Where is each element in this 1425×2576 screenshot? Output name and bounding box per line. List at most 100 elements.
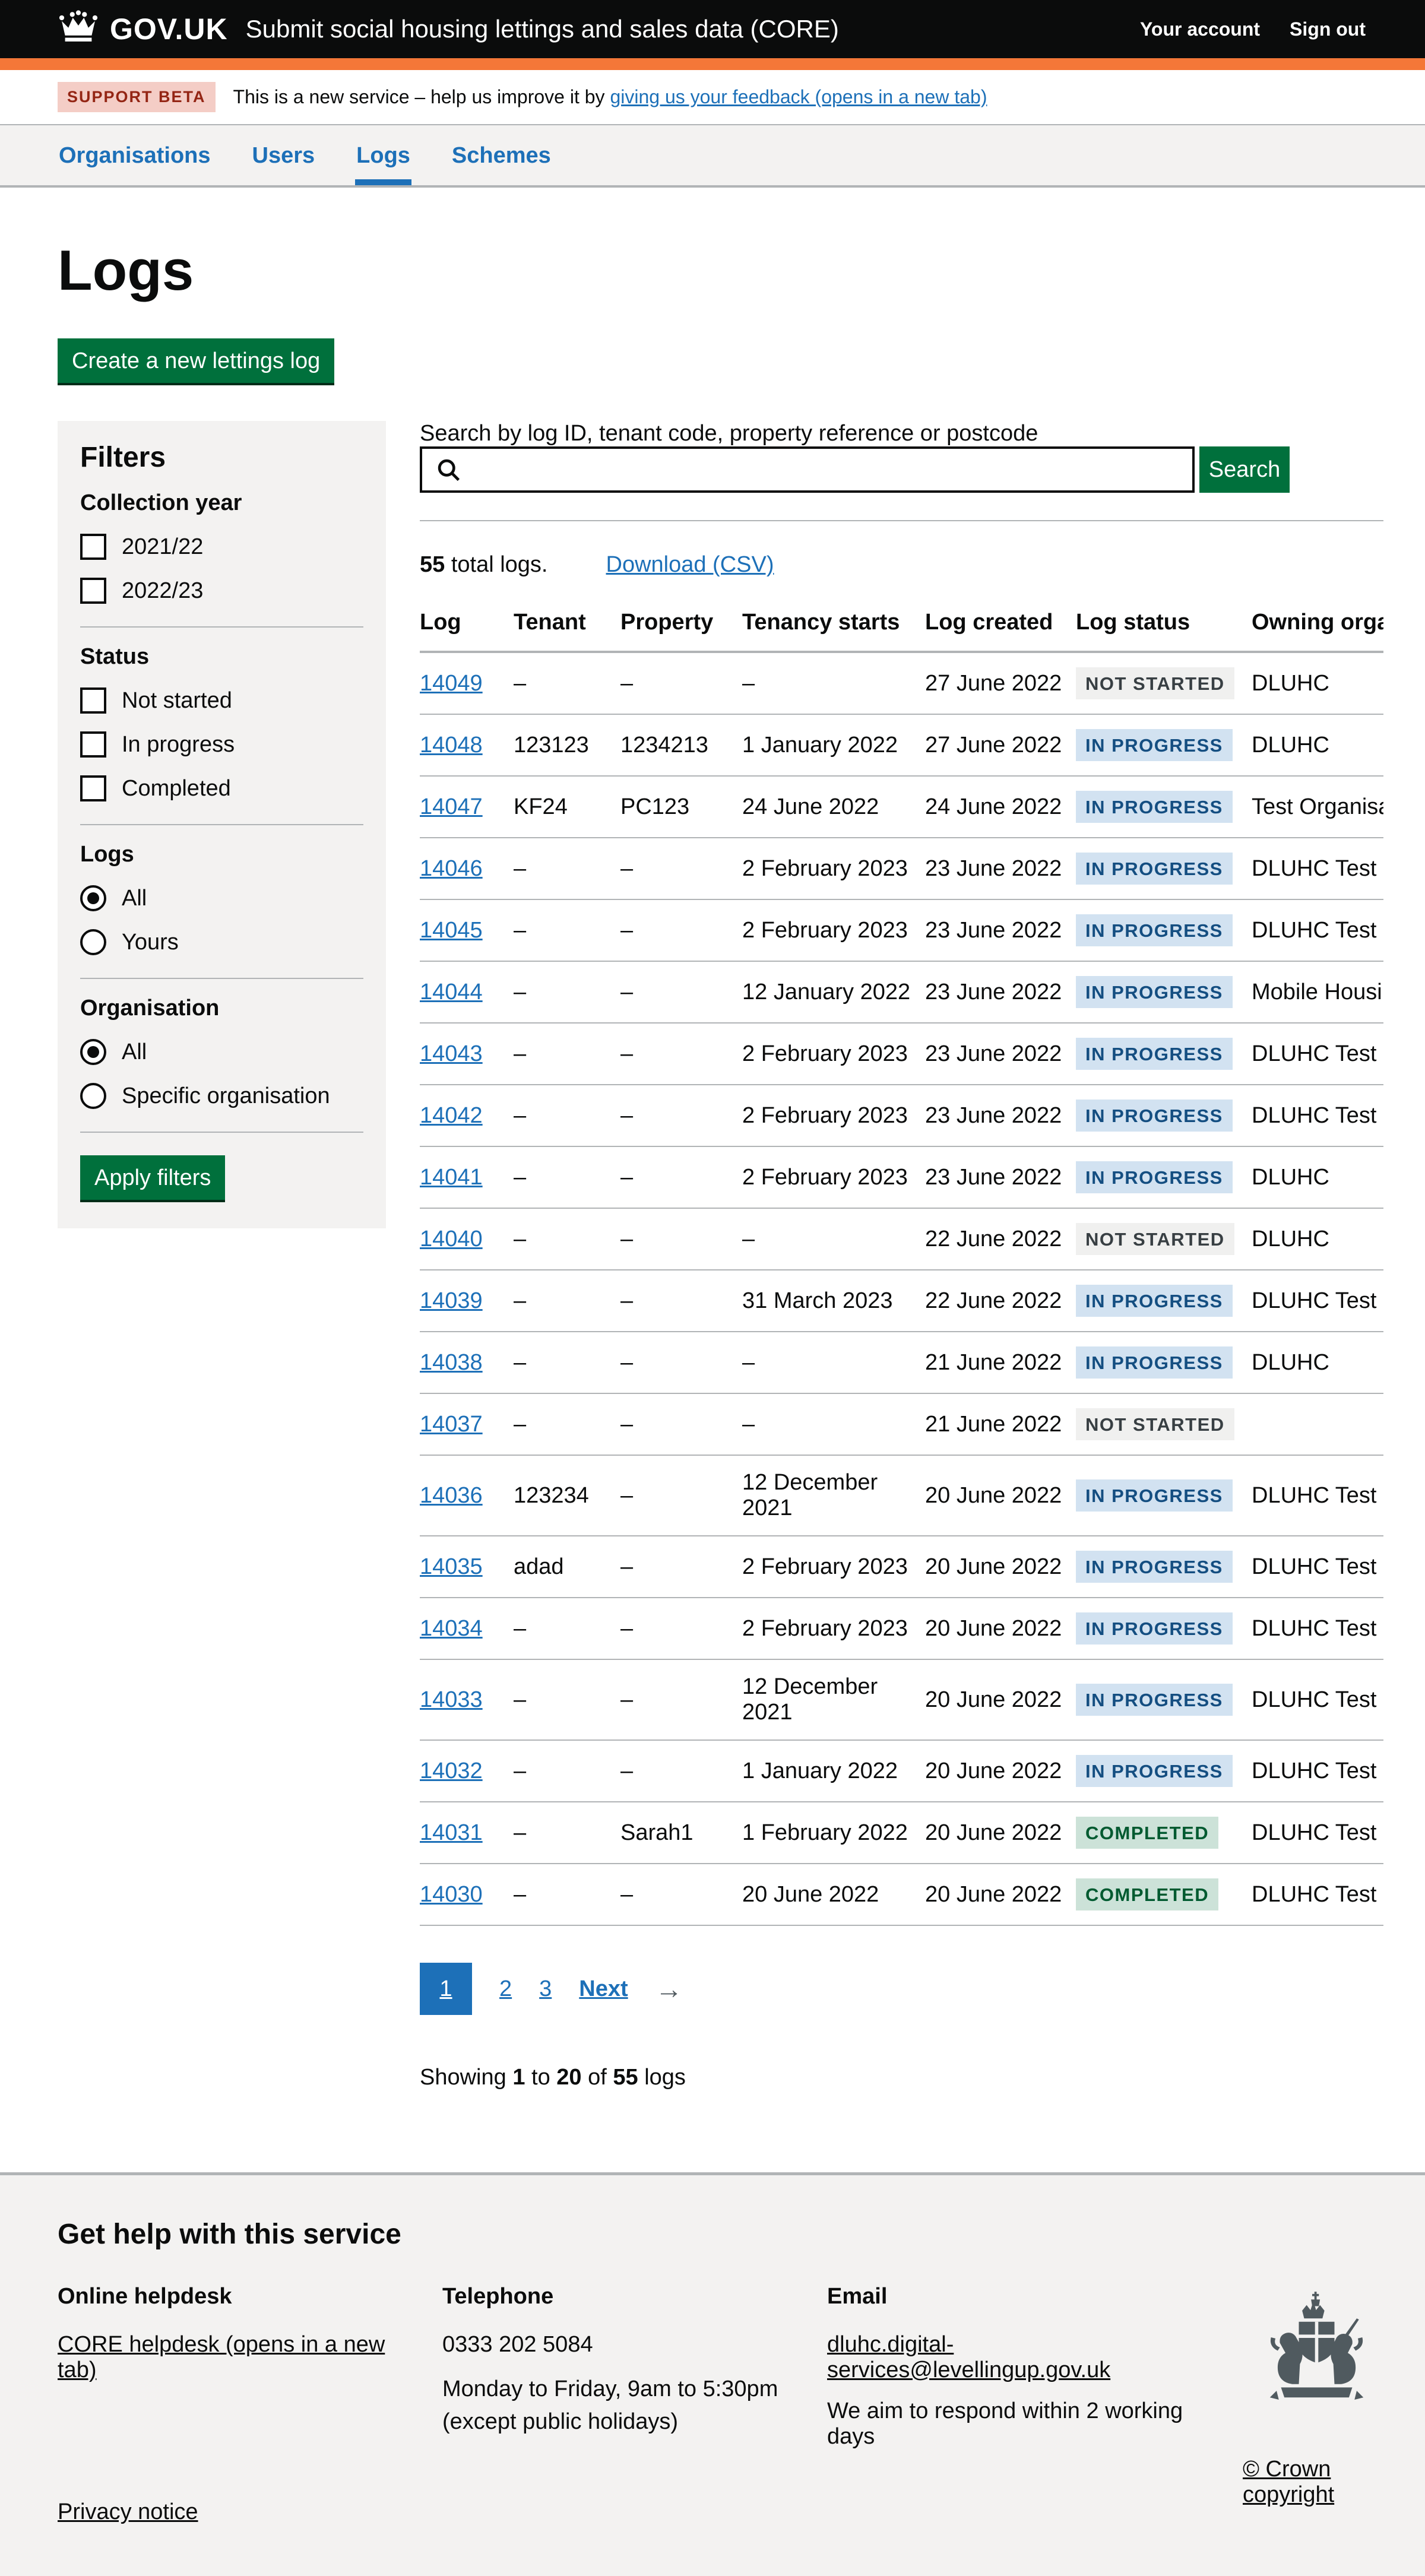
sign-out-link[interactable]: Sign out	[1290, 18, 1366, 40]
log-id-link[interactable]: 14046	[420, 856, 483, 881]
owning-org-cell: DLUHC	[1252, 714, 1383, 776]
showing-results-text: Showing 1 to 20 of 55 logs	[420, 2065, 1383, 2090]
core-helpdesk-link[interactable]: CORE helpdesk (opens in a new tab)	[58, 2332, 385, 2382]
owning-org-cell: DLUHC	[1252, 652, 1383, 714]
tenancy-starts-cell: 12 December 2021	[742, 1455, 925, 1536]
status-badge: IN PROGRESS	[1076, 853, 1233, 885]
checkbox-option-in-progress[interactable]: In progress	[80, 731, 363, 758]
showing-of-word: of	[582, 2065, 613, 2090]
col-header-property: Property	[620, 603, 742, 652]
footer: Get help with this service Online helpde…	[0, 2172, 1425, 2576]
property-cell: –	[620, 1208, 742, 1270]
radio-option-all[interactable]: All	[80, 1039, 363, 1065]
owning-org-cell: DLUHC	[1252, 1208, 1383, 1270]
checkbox-control[interactable]	[80, 534, 106, 560]
radio-option-specific-organisation[interactable]: Specific organisation	[80, 1083, 363, 1109]
service-name-link[interactable]: Submit social housing lettings and sales…	[246, 15, 839, 43]
log-created-cell: 24 June 2022	[925, 776, 1076, 838]
nav-item-logs[interactable]: Logs	[355, 125, 411, 185]
radio-option-yours[interactable]: Yours	[80, 929, 363, 955]
pagination-page-1-current[interactable]: 1	[420, 1963, 472, 2015]
tenancy-starts-cell: 20 June 2022	[742, 1864, 925, 1925]
feedback-link[interactable]: giving us your feedback (opens in a new …	[610, 86, 987, 107]
log-id-link[interactable]: 14035	[420, 1554, 483, 1579]
tenancy-starts-cell: –	[742, 1393, 925, 1455]
radio-control[interactable]	[80, 1083, 106, 1109]
nav-item-organisations[interactable]: Organisations	[58, 125, 212, 185]
table-row: 14048 123123 1234213 1 January 2022 27 J…	[420, 714, 1383, 776]
owning-org-cell: DLUHC Test	[1252, 1598, 1383, 1659]
filter-group-label: Status	[80, 644, 363, 670]
status-badge: NOT STARTED	[1076, 1408, 1234, 1440]
log-id-link[interactable]: 14042	[420, 1103, 483, 1128]
log-id-link[interactable]: 14041	[420, 1165, 483, 1190]
download-csv-link[interactable]: Download (CSV)	[606, 552, 774, 578]
checkbox-control[interactable]	[80, 731, 106, 758]
log-id-link[interactable]: 14037	[420, 1412, 483, 1437]
col-header-log: Log	[420, 603, 514, 652]
tenant-cell: –	[514, 1085, 620, 1146]
checkbox-option-completed[interactable]: Completed	[80, 775, 363, 801]
email-link[interactable]: dluhc.digital-services@levellingup.gov.u…	[827, 2332, 1110, 2382]
log-id-link[interactable]: 14044	[420, 980, 483, 1005]
log-id-link[interactable]: 14030	[420, 1882, 483, 1907]
checkbox-option-2021-22[interactable]: 2021/22	[80, 534, 363, 560]
crown-icon	[58, 9, 99, 49]
log-id-link[interactable]: 14031	[420, 1820, 483, 1845]
log-id-link[interactable]: 14045	[420, 918, 483, 943]
radio-control[interactable]	[80, 885, 106, 911]
checkbox-control[interactable]	[80, 775, 106, 801]
crown-copyright-link[interactable]: © Crown copyright	[1243, 2457, 1383, 2508]
log-id-link[interactable]: 14043	[420, 1041, 483, 1066]
results-section: Search by log ID, tenant code, property …	[420, 421, 1383, 2113]
pagination-page-3[interactable]: 3	[539, 1976, 552, 2002]
table-header-row: Log Tenant Property Tenancy starts Log c…	[420, 603, 1383, 652]
log-id-link[interactable]: 14034	[420, 1616, 483, 1641]
radio-control[interactable]	[80, 929, 106, 955]
tenant-cell: –	[514, 1740, 620, 1802]
log-id-link[interactable]: 14038	[420, 1350, 483, 1375]
nav-item-users[interactable]: Users	[251, 125, 316, 185]
property-cell: –	[620, 1332, 742, 1393]
checkbox-option-not-started[interactable]: Not started	[80, 687, 363, 714]
pagination-next-link[interactable]: Next	[579, 1976, 628, 2002]
showing-to-word: to	[525, 2065, 556, 2090]
log-id-link[interactable]: 14049	[420, 671, 483, 696]
tenancy-starts-cell: 2 February 2023	[742, 1598, 925, 1659]
privacy-notice-link[interactable]: Privacy notice	[58, 2499, 198, 2524]
create-lettings-log-button[interactable]: Create a new lettings log	[58, 338, 334, 383]
tenancy-starts-cell: 12 December 2021	[742, 1659, 925, 1740]
log-id-link[interactable]: 14047	[420, 794, 483, 819]
log-id-link[interactable]: 14048	[420, 733, 483, 758]
checkbox-control[interactable]	[80, 687, 106, 714]
owning-org-cell: DLUHC Test	[1252, 1740, 1383, 1802]
radio-option-all[interactable]: All	[80, 885, 363, 911]
property-cell: –	[620, 1536, 742, 1598]
log-id-link[interactable]: 14033	[420, 1687, 483, 1712]
search-button[interactable]: Search	[1199, 446, 1290, 493]
owning-org-cell: DLUHC Test	[1252, 1536, 1383, 1598]
log-id-link[interactable]: 14036	[420, 1483, 483, 1508]
email-heading: Email	[827, 2284, 1188, 2309]
log-id-link[interactable]: 14032	[420, 1758, 483, 1783]
owning-org-cell: DLUHC Test	[1252, 1659, 1383, 1740]
tenancy-starts-cell: 2 February 2023	[742, 1536, 925, 1598]
log-id-link[interactable]: 14039	[420, 1288, 483, 1313]
header-nav: Your account Sign out	[1140, 18, 1366, 40]
showing-to: 20	[556, 2065, 581, 2090]
your-account-link[interactable]: Your account	[1140, 18, 1260, 40]
pagination-page-2[interactable]: 2	[499, 1976, 512, 2002]
tenancy-starts-cell: –	[742, 652, 925, 714]
log-id-link[interactable]: 14040	[420, 1227, 483, 1251]
checkbox-option-2022-23[interactable]: 2022/23	[80, 578, 363, 604]
filter-group-label: Organisation	[80, 996, 363, 1021]
search-input[interactable]	[420, 446, 1195, 493]
footer-col-helpdesk: Online helpdesk CORE helpdesk (opens in …	[58, 2284, 442, 2465]
checkbox-control[interactable]	[80, 578, 106, 604]
radio-control[interactable]	[80, 1039, 106, 1065]
apply-filters-button[interactable]: Apply filters	[80, 1155, 225, 1200]
nav-item-schemes[interactable]: Schemes	[451, 125, 552, 185]
tenant-cell: 123234	[514, 1455, 620, 1536]
govuk-logo-link[interactable]: GOV.UK	[58, 9, 228, 49]
showing-prefix: Showing	[420, 2065, 512, 2090]
